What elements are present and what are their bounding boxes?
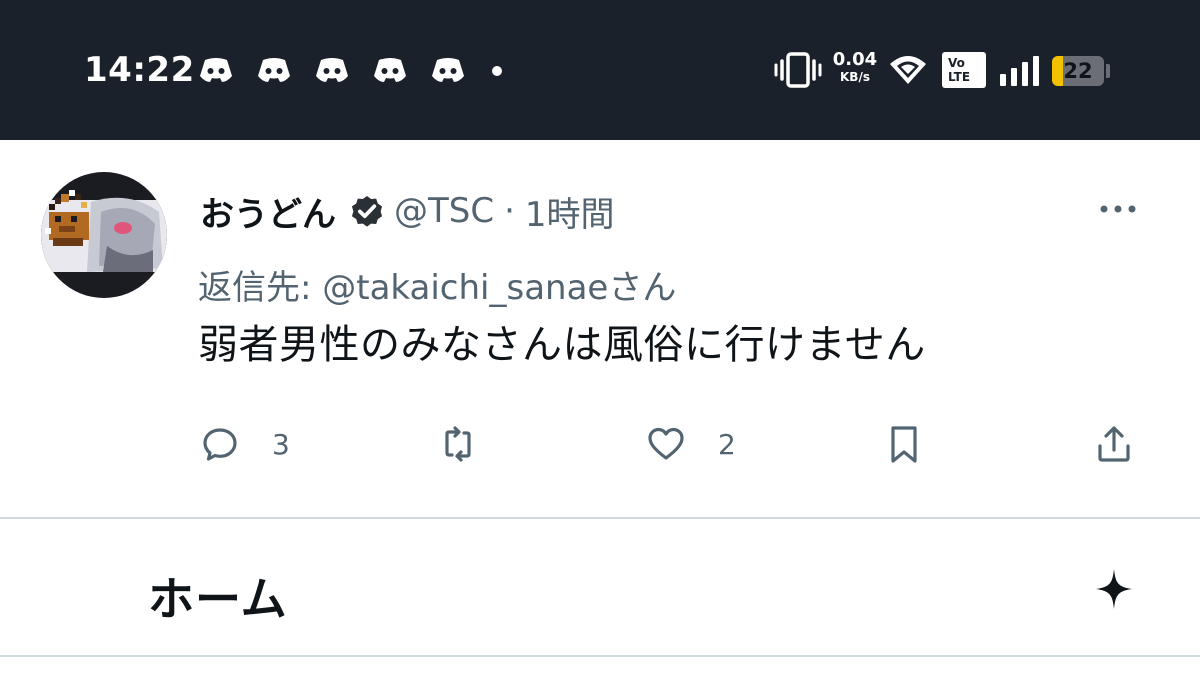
signal-icon xyxy=(1000,56,1039,86)
volte-top-text: Vo xyxy=(948,56,965,70)
heart-icon xyxy=(648,427,684,460)
more-options-icon[interactable] xyxy=(1096,194,1140,224)
avatar[interactable] xyxy=(41,172,167,298)
notification-icons xyxy=(198,54,502,88)
tweet-text: 弱者男性のみなさんは風俗に行けません xyxy=(198,322,926,368)
reply-prefix: 返信先: xyxy=(198,268,323,308)
battery-indicator: 22 xyxy=(1052,56,1104,86)
page-title: ホーム xyxy=(148,572,288,626)
network-speed-unit: KB/s xyxy=(840,70,870,84)
status-time: 14:22 xyxy=(84,50,195,90)
retweet-icon xyxy=(445,426,471,462)
reply-icon xyxy=(203,428,237,461)
discord-icon xyxy=(432,58,464,82)
tweet-actions: 3 2 xyxy=(0,416,1200,472)
sparkle-icon[interactable] xyxy=(1094,567,1134,611)
timestamp[interactable]: 1時間 xyxy=(525,187,615,236)
volte-badge: Vo LTE xyxy=(942,52,986,88)
network-speed: 0.04 KB/s xyxy=(830,49,880,85)
bookmark-icon xyxy=(891,426,917,463)
battery-tip xyxy=(1106,64,1110,78)
reply-to: 返信先: @takaichi_sanaeさん xyxy=(198,260,676,309)
vibrate-icon xyxy=(774,52,822,88)
share-icon xyxy=(1098,426,1130,462)
like-button[interactable]: 2 xyxy=(646,416,736,472)
verified-badge-icon xyxy=(351,195,383,227)
divider xyxy=(0,655,1200,657)
separator: · xyxy=(504,191,515,231)
home-header: ホーム xyxy=(0,519,1200,655)
display-name[interactable]: おうどん xyxy=(200,187,336,236)
tweet-header: おうどん @TSC · 1時間 xyxy=(200,187,615,236)
reply-suffix: さん xyxy=(608,268,677,308)
wifi-icon xyxy=(890,56,926,84)
bookmark-button[interactable] xyxy=(884,416,924,472)
reply-mention-link[interactable]: @takaichi_sanae xyxy=(322,268,608,308)
status-bar: 14:22 0.04 KB/s Vo LTE 22 xyxy=(0,0,1200,140)
discord-icon xyxy=(258,58,290,82)
reply-button[interactable]: 3 xyxy=(200,416,290,472)
battery-level: 22 xyxy=(1063,59,1093,83)
discord-icon xyxy=(374,58,406,82)
more-notifications-dot xyxy=(492,66,502,76)
discord-icon xyxy=(200,58,232,82)
handle[interactable]: @TSC xyxy=(394,191,494,231)
tweet[interactable]: おうどん @TSC · 1時間 返信先: @takaichi_sanaeさん 弱… xyxy=(0,140,1200,518)
share-button[interactable] xyxy=(1094,416,1134,472)
reply-count: 3 xyxy=(272,427,290,461)
discord-icon xyxy=(316,58,348,82)
like-count: 2 xyxy=(718,427,736,461)
retweet-button[interactable] xyxy=(438,416,478,472)
volte-bottom-text: LTE xyxy=(948,70,971,84)
network-speed-value: 0.04 xyxy=(832,49,878,70)
